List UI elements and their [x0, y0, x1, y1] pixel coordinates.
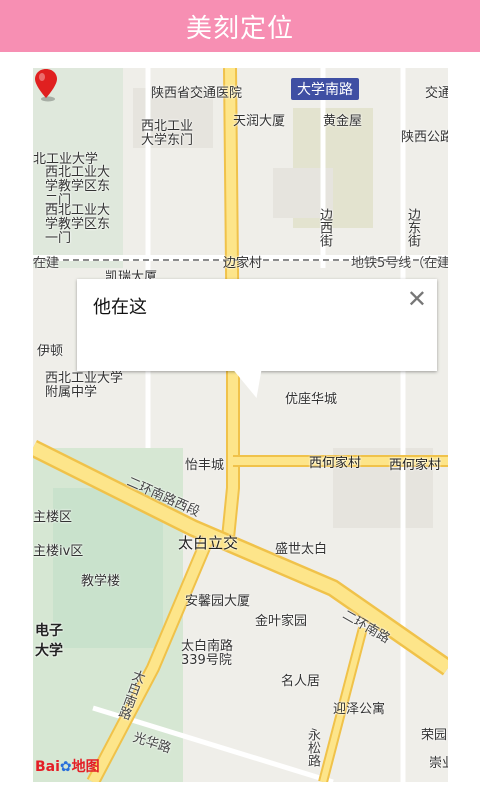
map-label: 地铁5号线（在建） — [351, 256, 448, 271]
location-pin-icon[interactable] — [33, 68, 59, 102]
map-label: 荣园 — [421, 728, 448, 743]
map-label: 永松路 — [305, 728, 320, 767]
map-label: 天润大厦 — [233, 114, 286, 129]
map-label: 名人居 — [281, 674, 321, 689]
map-label: 边东街 — [405, 208, 420, 247]
map-label: 西何家村 — [389, 458, 442, 473]
logo-text: 地图 — [71, 759, 100, 775]
map-label: 怡丰城 — [185, 458, 225, 473]
popup-text: 他在这 — [93, 297, 147, 318]
map-label: 西北工业大学教学区东一门 — [45, 203, 111, 246]
map-label: 太白立交 — [178, 534, 239, 552]
map-label: 优座华城 — [285, 392, 338, 407]
close-icon[interactable]: ✕ — [407, 285, 427, 313]
map-label: 西何家村 — [309, 456, 362, 471]
map-label: 盛世太白 — [275, 542, 328, 557]
baidu-map-logo: Bai✿地图 — [35, 756, 100, 776]
map-label: 安馨园大厦 — [185, 594, 251, 609]
logo-text: Bai — [35, 759, 60, 775]
map-label: 教学楼 — [81, 574, 121, 589]
map-label: 主楼iv区 — [33, 544, 84, 559]
map-label: 黄金屋 — [323, 114, 363, 129]
metro-badge: 大学南路 — [291, 78, 359, 100]
map-label: 崇业 — [429, 756, 448, 771]
map-label: 金叶家园 — [255, 614, 308, 629]
map-label: 西北工业大学附属中学 — [45, 371, 124, 400]
map-label: 陕西公路 — [401, 130, 448, 145]
map-label: 太白南路339号院 — [181, 639, 234, 668]
map-label: 迎泽公寓 — [333, 702, 386, 717]
map-label: 西北工业大学东门 — [141, 119, 194, 148]
map-label: 交通 — [425, 86, 448, 101]
map-label: 西北工业大学教学区东二门 — [45, 165, 111, 208]
map-label: 边西街 — [317, 208, 332, 247]
map-label: 伊顿 — [37, 344, 64, 359]
map-label: 电子大学 — [35, 623, 63, 659]
title-bar: 美刻定位 — [0, 0, 480, 52]
map-label: 在建 — [33, 256, 60, 271]
page-title: 美刻定位 — [185, 13, 294, 44]
map-label: 陕西省交通医院 — [151, 86, 243, 101]
map-label: 边家村 — [223, 256, 263, 271]
map-view[interactable]: 大学南路 陕西省交通医院 西北工业大学东门 天润大厦 黄金屋 陕西公路 交通 北… — [33, 68, 448, 782]
popup-tail — [228, 370, 262, 398]
info-popup: 他在这 ✕ — [77, 279, 437, 371]
map-label: 主楼区 — [33, 510, 73, 525]
paw-icon: ✿ — [59, 759, 72, 775]
